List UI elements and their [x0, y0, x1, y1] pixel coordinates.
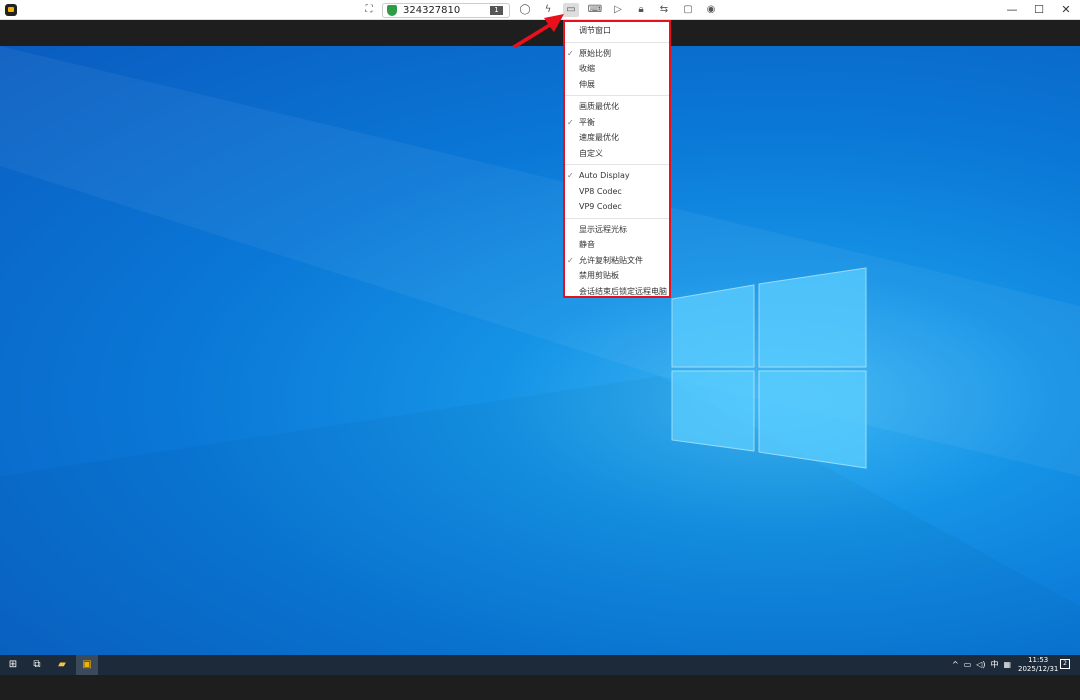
- menu-item[interactable]: 收缩: [565, 61, 669, 77]
- menu-item[interactable]: 禁用剪贴板: [565, 268, 669, 284]
- menu-item-label: 显示远程光标: [579, 224, 627, 234]
- menu-item[interactable]: 伸展: [565, 77, 669, 93]
- ime-indicator[interactable]: 中: [991, 655, 999, 675]
- app-logo: [5, 4, 17, 16]
- volume-icon[interactable]: ◁): [976, 655, 985, 675]
- menu-item[interactable]: 速度最优化: [565, 130, 669, 146]
- menu-item[interactable]: ✓ Auto Display: [565, 168, 669, 184]
- tray-chevron-icon[interactable]: ^: [952, 655, 959, 675]
- check-icon: ✓: [567, 48, 574, 58]
- menu-item-label: 平衡: [579, 117, 595, 127]
- menu-item[interactable]: 自定义: [565, 146, 669, 162]
- menu-separator: [565, 41, 669, 43]
- menu-item[interactable]: VP8 Codec: [565, 184, 669, 200]
- start-icon[interactable]: ⊞: [2, 655, 24, 675]
- maximize-button[interactable]: ☐: [1031, 2, 1047, 18]
- remote-app-taskbar-icon[interactable]: ▣: [76, 655, 98, 675]
- keyboard-icon[interactable]: ⌨: [587, 3, 603, 17]
- menu-separator: [565, 217, 669, 219]
- task-view-icon[interactable]: ⧉: [26, 655, 48, 675]
- fullscreen-icon[interactable]: ⛶: [361, 3, 377, 17]
- menu-item-label: 调节窗口: [579, 26, 611, 35]
- menu-separator: [565, 95, 669, 96]
- check-icon: ✓: [567, 255, 574, 265]
- check-icon: ✓: [567, 171, 574, 180]
- menu-item[interactable]: 调节窗口: [565, 23, 669, 39]
- menu-item-label: 画质最优化: [579, 102, 619, 111]
- menu-item[interactable]: 会话结束后锁定远程电脑: [565, 284, 669, 300]
- ime-mode-icon[interactable]: ▦: [1004, 655, 1012, 675]
- menu-item[interactable]: ✓ 允许复制粘贴文件: [565, 253, 669, 269]
- transfer-icon[interactable]: ⇆: [656, 3, 672, 17]
- notification-icon[interactable]: 2: [1060, 659, 1070, 669]
- menu-item-label: 收缩: [579, 64, 595, 73]
- record-icon[interactable]: ▷: [610, 3, 626, 17]
- connection-id-box: 324327810 1: [382, 3, 510, 18]
- menu-item-label: 会话结束后锁定远程电脑: [579, 286, 667, 296]
- menu-item[interactable]: VP9 Codec: [565, 199, 669, 215]
- time: 11:53: [1028, 656, 1049, 664]
- menu-separator: [565, 164, 669, 165]
- menu-item[interactable]: 静音: [565, 237, 669, 253]
- remote-screen-icon[interactable]: ▢: [680, 3, 696, 17]
- taskbar: ⊞ ⧉ ▰ ▣ ^ ▭ ◁) 中 ▦ 11:53 2025/12/31 2: [0, 655, 1080, 675]
- clock[interactable]: 11:53 2025/12/31: [1018, 656, 1058, 674]
- menu-item[interactable]: 画质最优化: [565, 99, 669, 115]
- annotation-arrow: [512, 14, 564, 48]
- menu-item-label: 原始比例: [579, 48, 611, 58]
- menu-item[interactable]: ✓ 原始比例: [565, 46, 669, 62]
- display-badge[interactable]: 1: [490, 6, 503, 15]
- menu-item[interactable]: 显示远程光标: [565, 222, 669, 238]
- menu-item-label: Auto Display: [579, 171, 630, 180]
- file-explorer-icon[interactable]: ▰: [51, 655, 73, 675]
- windows-logo-wallpaper: [0, 46, 1080, 476]
- menu-item-label: 允许复制粘贴文件: [579, 255, 643, 265]
- view-icon[interactable]: ◉: [703, 3, 719, 17]
- menu-item-label: VP8 Codec: [579, 186, 622, 196]
- menu-item[interactable]: ✓ 平衡: [565, 115, 669, 131]
- date: 2025/12/31: [1018, 665, 1059, 673]
- menu-item-label: VP9 Codec: [579, 202, 622, 211]
- lock-icon[interactable]: 🔒︎: [633, 3, 649, 17]
- menu-item-label: 自定义: [579, 148, 603, 158]
- network-icon[interactable]: ▭: [964, 655, 972, 675]
- display-settings-menu: 调节窗口 ✓ 原始比例收缩伸展画质最优化 ✓ 平衡速度最优化自定义 ✓ Auto Displ…: [563, 20, 671, 298]
- remote-desktop[interactable]: [0, 46, 1080, 655]
- menu-item-label: 伸展: [579, 79, 595, 89]
- system-tray: ^ ▭ ◁) 中 ▦: [952, 655, 1011, 675]
- check-icon: ✓: [567, 117, 574, 127]
- shield-icon: [387, 5, 397, 16]
- menu-item-label: 禁用剪贴板: [579, 271, 619, 280]
- menu-item-label: 速度最优化: [579, 133, 619, 142]
- close-button[interactable]: ✕: [1058, 2, 1074, 18]
- menu-item-label: 静音: [579, 240, 595, 249]
- minimize-button[interactable]: —: [1004, 2, 1020, 18]
- connection-id: 324327810: [403, 5, 461, 16]
